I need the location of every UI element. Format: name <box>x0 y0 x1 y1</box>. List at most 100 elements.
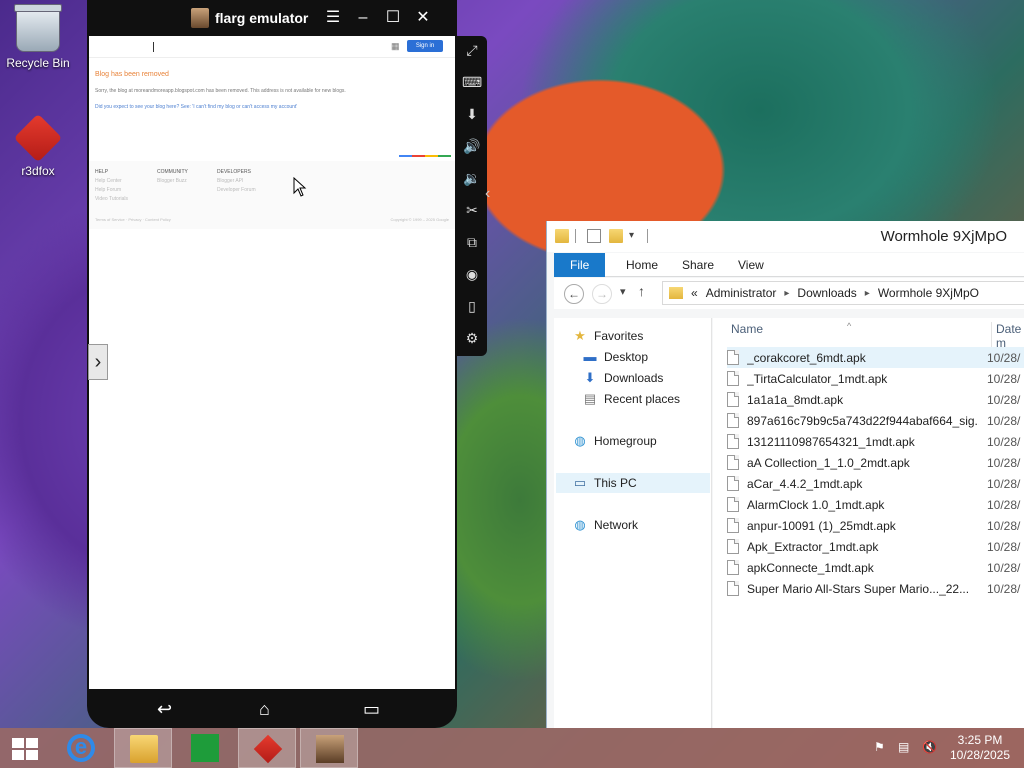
footer-link[interactable]: Blogger Buzz <box>157 178 188 184</box>
customize-toolbar-dropdown[interactable]: ▾ <box>629 229 643 243</box>
nav-item-homegroup[interactable]: ◍ Homegroup <box>572 431 656 451</box>
emulator-screen[interactable]: ▦ Sign in Blog has been removed Sorry, t… <box>89 36 455 689</box>
nav-item-favorites[interactable]: ★ Favorites <box>572 326 643 346</box>
breadcrumb-administrator[interactable]: Administrator <box>706 286 777 300</box>
action-center-flag-icon[interactable]: ⚑ <box>874 740 885 754</box>
nav-item-desktop[interactable]: ▬ Desktop <box>582 347 649 367</box>
column-header-name[interactable]: Name <box>731 322 763 336</box>
start-button[interactable] <box>0 728 50 768</box>
taskbar-r3dfox[interactable] <box>238 728 296 768</box>
network-status-icon[interactable]: ▤ <box>898 740 909 754</box>
file-row[interactable]: aCar_4.4.2_1mdt.apk 10/28/ <box>727 473 1024 494</box>
footer-link[interactable]: Developer Forum <box>217 187 256 193</box>
shake-icon[interactable]: ▯ <box>462 296 482 316</box>
footer-link[interactable]: Help Center <box>95 178 128 184</box>
file-row[interactable]: Apk_Extractor_1mdt.apk 10/28/ <box>727 536 1024 557</box>
up-arrow-icon[interactable]: ↑ <box>638 283 645 299</box>
taskbar-store[interactable] <box>176 728 234 768</box>
hamburger-menu-icon[interactable]: ☰ <box>321 6 345 30</box>
sign-in-button[interactable]: Sign in <box>407 40 443 52</box>
taskbar-emulator[interactable] <box>300 728 358 768</box>
explorer-window: ▾ Wormhole 9XjMpO File Home Share View ←… <box>546 221 1024 728</box>
file-icon <box>727 539 739 554</box>
file-name: 897a616c79b9c5a743d22f944abaf664_sig... <box>747 413 979 428</box>
file-icon <box>727 392 739 407</box>
file-row[interactable]: _TirtaCalculator_1mdt.apk 10/28/ <box>727 368 1024 389</box>
desktop-icon-r3dfox[interactable]: r3dfox <box>0 113 76 178</box>
footer-link[interactable]: Help Forum <box>95 187 128 193</box>
file-date: 10/28/ <box>987 476 1021 491</box>
desktop-icon-recycle-bin[interactable]: Recycle Bin <box>0 4 76 70</box>
maximize-icon[interactable]: ☐ <box>381 6 405 30</box>
file-icon <box>727 497 739 512</box>
file-row[interactable]: aA Collection_1_1.0_2mdt.apk 10/28/ <box>727 452 1024 473</box>
multi-instance-icon[interactable]: ⧉ <box>462 232 482 252</box>
expand-panel-button[interactable]: › <box>88 344 108 380</box>
location-icon[interactable]: ◉ <box>462 264 482 284</box>
nav-item-this-pc[interactable]: ▭ This PC <box>556 473 710 493</box>
file-icon <box>727 371 739 386</box>
tab-view[interactable]: View <box>726 253 776 277</box>
emulator-titlebar[interactable]: flarg emulator ☰ – ☐ ✕ <box>87 0 457 36</box>
file-row[interactable]: 1a1a1a_8mdt.apk 10/28/ <box>727 389 1024 410</box>
file-name: aA Collection_1_1.0_2mdt.apk <box>747 455 910 470</box>
file-row[interactable]: _corakcoret_6mdt.apk 10/28/ <box>727 347 1024 368</box>
keyboard-icon[interactable]: ⌨ <box>462 72 482 92</box>
tab-file[interactable]: File <box>554 253 606 277</box>
close-icon[interactable]: ✕ <box>411 6 435 30</box>
screenshot-icon[interactable]: ✂ <box>462 200 482 220</box>
volume-down-icon[interactable]: 🔉 <box>462 168 482 188</box>
file-name: Apk_Extractor_1mdt.apk <box>747 539 879 554</box>
breadcrumb-separator-icon[interactable]: ▸ <box>784 288 789 299</box>
breadcrumb-current-folder[interactable]: Wormhole 9XjMpO <box>878 286 979 300</box>
collapse-toolbar-icon[interactable]: ‹ <box>485 185 490 203</box>
new-folder-icon[interactable] <box>609 229 623 243</box>
tab-share[interactable]: Share <box>670 253 726 277</box>
nav-item-downloads[interactable]: ⬇ Downloads <box>582 368 664 388</box>
file-row[interactable]: anpur-10091 (1)_25mdt.apk 10/28/ <box>727 515 1024 536</box>
back-arrow-icon[interactable]: ← <box>564 284 584 304</box>
footer-link[interactable]: Blogger API <box>217 178 256 184</box>
nav-item-label: Recent places <box>604 392 681 406</box>
file-date: 10/28/ <box>987 371 1021 386</box>
quick-access-folder-icon[interactable] <box>555 229 569 243</box>
file-icon <box>727 434 739 449</box>
breadcrumb-separator-icon[interactable]: ▸ <box>865 288 870 299</box>
address-bar[interactable]: « Administrator ▸ Downloads ▸ Wormhole 9… <box>662 281 1024 305</box>
apk-install-icon[interactable]: ⬇ <box>462 104 482 124</box>
home-icon[interactable]: ⌂ <box>259 699 270 720</box>
breadcrumb-overflow[interactable]: « <box>691 286 698 300</box>
footer-link[interactable]: Video Tutorials <box>95 196 128 202</box>
file-row[interactable]: 13121110987654321_1mdt.apk 10/28/ <box>727 431 1024 452</box>
blog-removed-heading: Blog has been removed <box>95 71 169 78</box>
emulator-title: flarg emulator <box>215 10 309 26</box>
explorer-titlebar[interactable]: ▾ Wormhole 9XjMpO <box>547 221 1024 252</box>
nav-item-network[interactable]: ◍ Network <box>572 515 638 535</box>
volume-up-icon[interactable]: 🔊 <box>462 136 482 156</box>
file-row[interactable]: Super Mario All-Stars Super Mario..._22.… <box>727 578 1024 599</box>
nav-item-recent-places[interactable]: ▤ Recent places <box>582 389 680 409</box>
file-row[interactable]: 897a616c79b9c5a743d22f944abaf664_sig... … <box>727 410 1024 431</box>
fullscreen-icon[interactable]: ⤢ <box>462 40 482 60</box>
file-row[interactable]: apkConnecte_1mdt.apk 10/28/ <box>727 557 1024 578</box>
taskbar-clock[interactable]: 3:25 PM 10/28/2025 <box>940 733 1020 763</box>
tab-home[interactable]: Home <box>614 253 670 277</box>
blog-help-link[interactable]: Did you expect to see your blog here? Se… <box>95 104 445 110</box>
recent-locations-chevron-icon[interactable]: ▾ <box>620 285 626 298</box>
taskbar-internet-explorer[interactable]: e <box>52 728 110 768</box>
minimize-icon[interactable]: – <box>351 6 375 30</box>
footer-col-help: HELP Help Center Help Forum Video Tutori… <box>95 169 128 202</box>
footer-bottom-links[interactable]: Terms of Service · Privacy · Content Pol… <box>95 217 171 222</box>
column-header-date[interactable]: Date m <box>991 322 1024 350</box>
toolbar-separator <box>575 229 576 243</box>
apps-grid-icon[interactable]: ▦ <box>391 41 400 52</box>
volume-muted-icon[interactable]: 🔇 <box>922 740 937 754</box>
back-icon[interactable]: ↩ <box>157 699 172 720</box>
file-row[interactable]: AlarmClock 1.0_1mdt.apk 10/28/ <box>727 494 1024 515</box>
breadcrumb-downloads[interactable]: Downloads <box>797 286 856 300</box>
settings-icon[interactable]: ⚙ <box>462 328 482 348</box>
taskbar-file-explorer[interactable] <box>114 728 172 768</box>
properties-icon[interactable] <box>587 229 601 243</box>
forward-arrow-icon[interactable]: → <box>592 284 612 304</box>
recent-apps-icon[interactable]: ▭ <box>363 699 380 720</box>
